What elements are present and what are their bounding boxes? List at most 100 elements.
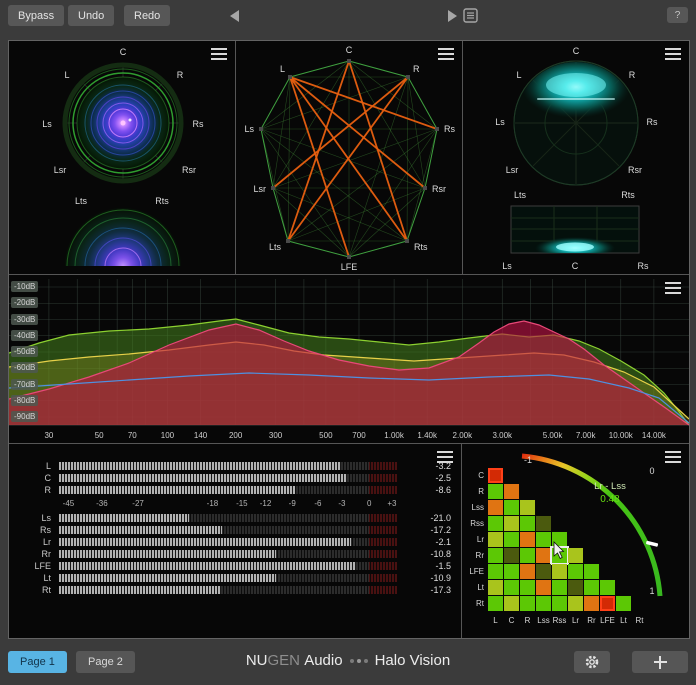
redo-button[interactable]: Redo — [124, 5, 170, 26]
matrix-readout-value: 0.48 — [600, 494, 620, 505]
matrix-cell[interactable] — [568, 596, 583, 611]
matrix-cell[interactable] — [488, 500, 503, 515]
meter-value: -2.1 — [405, 537, 453, 547]
height-channel-label: Lts — [75, 196, 88, 206]
matrix-cell[interactable] — [536, 532, 551, 547]
matrix-row-label: C — [462, 471, 484, 480]
matrix-cell[interactable] — [552, 548, 567, 563]
panel-menu-icon[interactable] — [665, 282, 681, 294]
panel-menu-icon[interactable] — [438, 48, 454, 60]
panel-menu-icon[interactable] — [665, 451, 681, 463]
panel-menu-icon[interactable] — [211, 48, 227, 60]
db-axis-label: -10dB — [11, 281, 38, 292]
matrix-row-label: Rss — [462, 519, 484, 528]
matrix-cell[interactable] — [504, 596, 519, 611]
page-2-button[interactable]: Page 2 — [76, 651, 135, 673]
meter-scale-tick: -9 — [289, 499, 296, 508]
matrix-cell[interactable] — [504, 548, 519, 563]
add-panel-button[interactable] — [632, 651, 688, 673]
correlation-web-plot: CLRLsRsLsrRsrLtsRtsLFE — [236, 41, 462, 274]
freq-axis-label: 10.00k — [609, 431, 633, 440]
help-button[interactable]: ? — [667, 7, 688, 23]
channel-label: L — [516, 70, 521, 80]
freq-axis-label: 700 — [352, 431, 365, 440]
gauge-tick-label: 0 — [649, 466, 654, 476]
page-1-button[interactable]: Page 1 — [8, 651, 67, 673]
matrix-cell[interactable] — [552, 596, 567, 611]
matrix-cell[interactable] — [504, 500, 519, 515]
level-meters-panel: L-3.2C-2.5R-8.6-45-36-27-18-15-12-9-6-30… — [9, 444, 461, 638]
meter-scale-tick: -6 — [314, 499, 321, 508]
matrix-cell[interactable] — [536, 564, 551, 579]
matrix-cell[interactable] — [488, 484, 503, 499]
prev-arrow-icon[interactable] — [230, 10, 239, 22]
freq-axis-label: 1.40k — [417, 431, 437, 440]
matrix-row-label: Rt — [462, 599, 484, 608]
gauge-needle — [646, 541, 658, 547]
meter-value: -8.6 — [405, 485, 453, 495]
matrix-cell[interactable] — [584, 580, 599, 595]
height-channel-label: Rts — [155, 196, 169, 206]
preset-list-icon[interactable] — [463, 8, 478, 28]
matrix-cell[interactable] — [520, 564, 535, 579]
web-node-label: Rsr — [432, 184, 446, 194]
matrix-cell[interactable] — [520, 548, 535, 563]
matrix-cell[interactable] — [504, 484, 519, 499]
matrix-cell[interactable] — [488, 564, 503, 579]
meter-bar — [59, 562, 397, 570]
matrix-cell[interactable] — [536, 548, 551, 563]
matrix-cell[interactable] — [552, 532, 567, 547]
matrix-row-label: Rr — [462, 551, 484, 560]
matrix-cell[interactable] — [520, 596, 535, 611]
matrix-cell[interactable] — [504, 580, 519, 595]
panel-menu-icon[interactable] — [437, 451, 453, 463]
matrix-cell[interactable] — [488, 516, 503, 531]
meter-bar — [59, 526, 397, 534]
matrix-cell[interactable] — [520, 580, 535, 595]
web-node-label: R — [413, 64, 420, 74]
matrix-cell[interactable] — [568, 564, 583, 579]
matrix-cell[interactable] — [504, 532, 519, 547]
panel-menu-icon[interactable] — [665, 48, 681, 60]
matrix-cell[interactable] — [536, 596, 551, 611]
matrix-col-label: L — [493, 616, 497, 625]
meter-scale-tick: 0 — [367, 499, 371, 508]
matrix-cell[interactable] — [488, 580, 503, 595]
brand-product: Halo Vision — [375, 652, 451, 669]
meter-row: Rr-10.8 — [9, 548, 461, 560]
web-node-label: L — [280, 64, 285, 74]
gauge-tick-label: 1 — [649, 586, 654, 596]
meter-value: -2.5 — [405, 473, 453, 483]
matrix-cell[interactable] — [488, 468, 503, 483]
matrix-cell[interactable] — [488, 596, 503, 611]
meter-channel-name: L — [13, 461, 51, 471]
matrix-cell[interactable] — [568, 580, 583, 595]
matrix-cell[interactable] — [616, 596, 631, 611]
correlation-highlight-line — [273, 77, 408, 188]
matrix-cell[interactable] — [520, 500, 535, 515]
bypass-button[interactable]: Bypass — [8, 5, 64, 26]
matrix-cell[interactable] — [488, 548, 503, 563]
undo-button[interactable]: Undo — [68, 5, 114, 26]
matrix-cell[interactable] — [520, 532, 535, 547]
settings-button[interactable] — [574, 651, 610, 673]
next-arrow-icon[interactable] — [448, 10, 457, 22]
matrix-cell[interactable] — [504, 564, 519, 579]
matrix-cell[interactable] — [600, 596, 615, 611]
matrix-cell[interactable] — [488, 532, 503, 547]
matrix-cell[interactable] — [504, 516, 519, 531]
meter-channel-name: R — [13, 485, 51, 495]
matrix-cell[interactable] — [600, 580, 615, 595]
matrix-cell[interactable] — [584, 596, 599, 611]
meter-channel-name: Rr — [13, 549, 51, 559]
matrix-cell[interactable] — [568, 548, 583, 563]
matrix-cell[interactable] — [520, 516, 535, 531]
matrix-cell[interactable] — [584, 564, 599, 579]
matrix-cell[interactable] — [536, 580, 551, 595]
matrix-cell[interactable] — [552, 580, 567, 595]
matrix-cell[interactable] — [552, 564, 567, 579]
matrix-cell[interactable] — [536, 516, 551, 531]
freq-axis-label: 50 — [95, 431, 104, 440]
web-node-label: Ls — [244, 124, 254, 134]
meter-channel-name: Lr — [13, 537, 51, 547]
